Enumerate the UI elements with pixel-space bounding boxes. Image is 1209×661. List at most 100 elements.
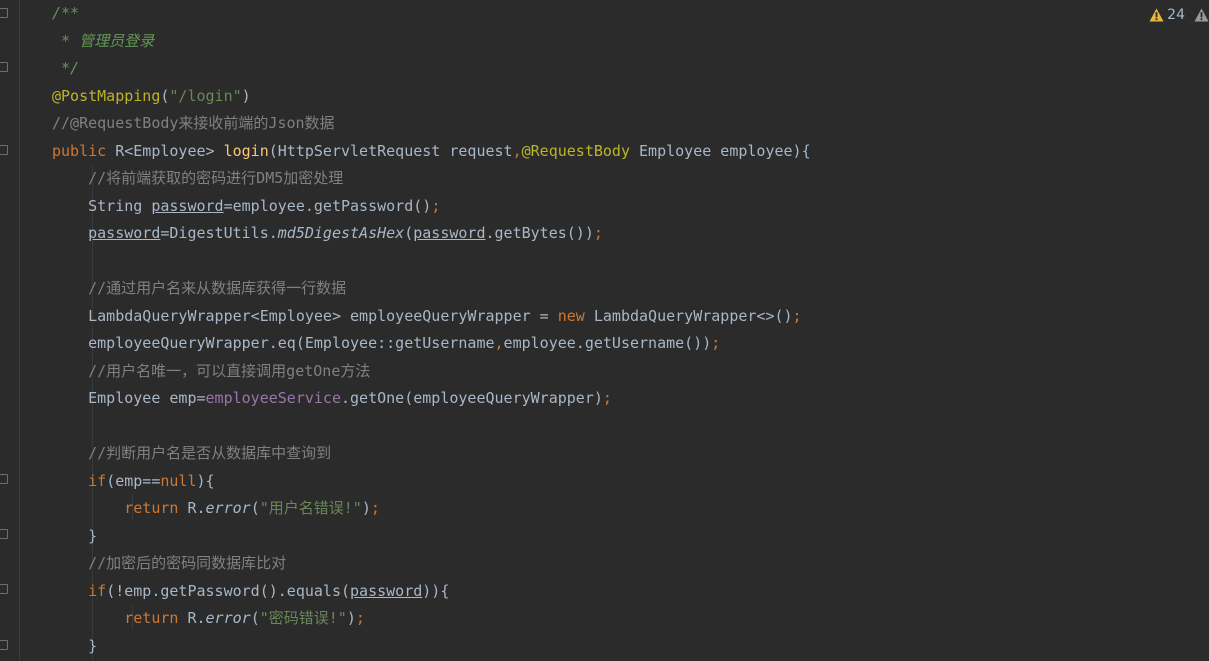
code-line[interactable]: //通过用户名来从数据库获得一行数据 xyxy=(52,275,346,302)
code-token: } xyxy=(52,636,98,655)
code-line[interactable]: } xyxy=(52,523,97,550)
code-token: login xyxy=(223,141,269,160)
code-token: ){ xyxy=(196,471,215,490)
code-token: (HttpServletRequest request xyxy=(268,141,513,160)
code-line[interactable]: * 管理员登录 xyxy=(52,28,154,55)
code-token: //用户名唯一，可以直接调用getOne方法 xyxy=(52,361,371,380)
code-line[interactable]: String password=employee.getPassword(); xyxy=(52,193,440,220)
inspection-widget[interactable]: 24 xyxy=(1149,7,1185,23)
code-token: , xyxy=(494,334,504,352)
code-line[interactable]: return R.error("用户名错误!"); xyxy=(52,495,380,522)
code-line[interactable]: /** xyxy=(52,0,79,27)
warning-count: 24 xyxy=(1167,7,1185,23)
code-token: public xyxy=(52,141,116,160)
code-token: employeeQueryWrapper.eq(Employee::getUse… xyxy=(52,334,495,352)
code-token: if xyxy=(88,581,107,600)
code-line[interactable]: public R<Employee> login(HttpServletRequ… xyxy=(52,138,811,165)
code-token: ) xyxy=(346,609,356,627)
code-token: ; xyxy=(711,334,721,352)
code-line[interactable]: @PostMapping("/login") xyxy=(52,83,251,110)
code-line[interactable]: */ xyxy=(52,55,79,82)
code-token: ; xyxy=(355,609,365,627)
fold-marker-icon[interactable] xyxy=(0,8,8,18)
code-token: ( xyxy=(404,224,414,242)
code-token: (emp== xyxy=(106,471,161,490)
code-token: ) xyxy=(361,499,371,517)
code-token: .getOne(employeeQueryWrapper) xyxy=(341,389,603,407)
code-token: "/login" xyxy=(169,86,242,105)
code-line[interactable]: //判断用户名是否从数据库中查询到 xyxy=(52,440,331,467)
fold-marker-icon[interactable] xyxy=(0,474,8,484)
code-token: LambdaQueryWrapper<>() xyxy=(593,306,793,325)
code-token: employeeService xyxy=(205,389,341,407)
code-line[interactable]: Employee emp=employeeService.getOne(empl… xyxy=(52,385,612,412)
fold-marker-icon[interactable] xyxy=(0,584,8,594)
code-line[interactable]: password=DigestUtils.md5DigestAsHex(pass… xyxy=(52,220,603,247)
fold-marker-icon[interactable] xyxy=(0,529,8,539)
code-token: @RequestBody xyxy=(521,141,640,160)
code-token: String xyxy=(52,196,152,215)
warning-triangle-icon[interactable] xyxy=(1194,8,1209,22)
code-token: R. xyxy=(187,609,206,627)
code-token: ; xyxy=(431,196,441,215)
code-token: , xyxy=(512,141,522,160)
code-token: return xyxy=(124,609,188,627)
code-token: ; xyxy=(370,499,380,517)
code-token: R. xyxy=(187,499,206,517)
code-line[interactable]: if(emp==null){ xyxy=(52,468,215,495)
code-line[interactable]: return R.error("密码错误!"); xyxy=(52,605,365,632)
code-line[interactable]: employeeQueryWrapper.eq(Employee::getUse… xyxy=(52,330,720,357)
code-line[interactable]: //加密后的密码同数据库比对 xyxy=(52,550,286,577)
code-token: ; xyxy=(792,306,802,325)
code-line[interactable]: LambdaQueryWrapper<Employee> employeeQue… xyxy=(52,303,802,330)
code-token: Employee emp= xyxy=(52,389,206,407)
code-token: * 管理员登录 xyxy=(52,31,155,50)
code-token: @PostMapping xyxy=(52,86,161,105)
code-token: password xyxy=(151,196,224,215)
code-token: /** xyxy=(52,4,80,22)
code-token: ( xyxy=(250,609,260,627)
code-token: error xyxy=(205,609,251,627)
code-token: //判断用户名是否从数据库中查询到 xyxy=(52,444,332,462)
editor-gutter xyxy=(0,0,20,661)
warning-triangle-icon xyxy=(1149,8,1164,22)
code-line[interactable]: if(!emp.getPassword().equals(password)){ xyxy=(52,578,449,605)
code-token: return xyxy=(124,499,188,517)
code-token: (!emp.getPassword().equals( xyxy=(106,581,351,600)
code-token: .getBytes()) xyxy=(485,224,594,242)
code-line[interactable]: //用户名唯一，可以直接调用getOne方法 xyxy=(52,358,370,385)
code-token: ) xyxy=(241,86,251,105)
code-line[interactable]: } xyxy=(52,633,97,660)
code-token: //通过用户名来从数据库获得一行数据 xyxy=(52,279,347,297)
code-line[interactable]: //将前端获取的密码进行DM5加密处理 xyxy=(52,165,343,192)
code-line[interactable]: //@RequestBody来接收前端的Json数据 xyxy=(52,110,335,137)
fold-marker-icon[interactable] xyxy=(0,62,8,72)
code-token: //@RequestBody来接收前端的Json数据 xyxy=(52,114,335,132)
code-token: new xyxy=(557,306,594,325)
fold-marker-icon[interactable] xyxy=(0,640,8,650)
code-token: LambdaQueryWrapper<Employee> employeeQue… xyxy=(52,306,558,325)
gutter-divider xyxy=(19,0,20,661)
code-token: "用户名错误!" xyxy=(259,499,362,517)
code-token: error xyxy=(205,499,251,517)
code-token: null xyxy=(160,471,197,490)
code-token: password xyxy=(350,581,423,600)
code-token: Employee employee){ xyxy=(639,141,811,160)
code-editor[interactable]: /** * 管理员登录 */@PostMapping("/login")//@R… xyxy=(0,0,1209,661)
fold-marker-icon[interactable] xyxy=(0,145,8,155)
code-token: employee.getUsername()) xyxy=(503,334,712,352)
code-token: password xyxy=(88,224,161,242)
code-token: "密码错误!" xyxy=(259,609,347,627)
code-token: if xyxy=(88,471,107,490)
code-token: =employee.getPassword() xyxy=(223,196,432,215)
code-token: //将前端获取的密码进行DM5加密处理 xyxy=(52,169,344,187)
code-token: password xyxy=(413,224,486,242)
code-token: } xyxy=(52,526,98,545)
code-token: ; xyxy=(593,224,603,242)
code-token: //加密后的密码同数据库比对 xyxy=(52,554,287,572)
